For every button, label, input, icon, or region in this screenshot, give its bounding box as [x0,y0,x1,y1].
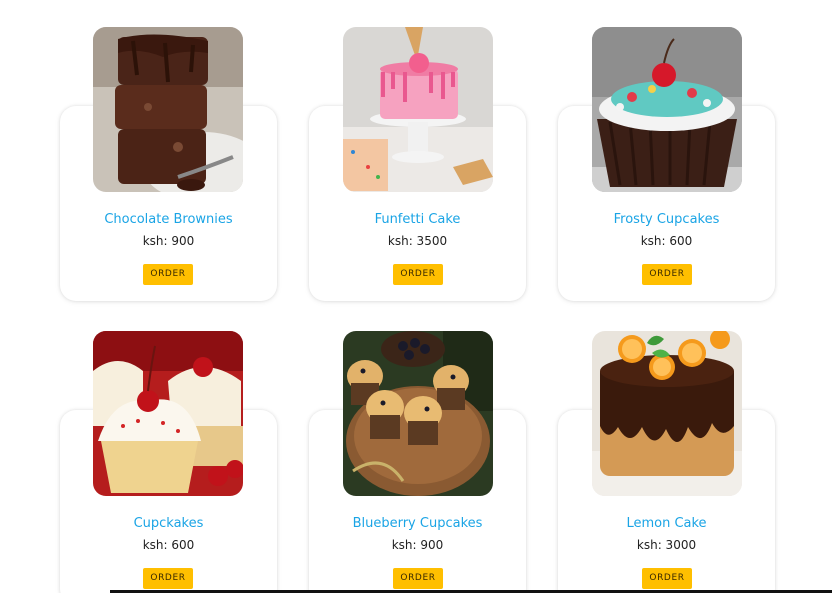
product-title: Lemon Cake [626,516,707,531]
product-title: Funfetti Cake [374,212,461,227]
product-image-brownies [93,27,243,192]
order-button[interactable]: ORDER [143,264,193,285]
product-title: Cupckakes [133,516,204,531]
product-image-funfetti-cake [343,27,493,192]
product-image-lemon-cake [592,331,742,496]
order-button[interactable]: ORDER [642,568,692,589]
product-image-frosty-cupcakes [592,27,742,192]
product-image-blueberry-cupcakes [343,331,493,496]
product-title: Chocolate Brownies [104,212,233,227]
product-price: ksh: 900 [391,538,444,552]
order-button[interactable]: ORDER [393,264,443,285]
product-title: Frosty Cupcakes [613,212,720,227]
product-grid: Chocolate Brownies ksh: 900 ORDER Funfet… [0,0,832,593]
order-button[interactable]: ORDER [642,264,692,285]
product-price: ksh: 600 [142,538,195,552]
product-price: ksh: 3500 [387,234,448,248]
product-image-cupcakes [93,331,243,496]
product-price: ksh: 600 [640,234,693,248]
order-button[interactable]: ORDER [143,568,193,589]
order-button[interactable]: ORDER [393,568,443,589]
product-title: Blueberry Cupcakes [352,516,483,531]
product-price: ksh: 900 [142,234,195,248]
product-price: ksh: 3000 [636,538,697,552]
